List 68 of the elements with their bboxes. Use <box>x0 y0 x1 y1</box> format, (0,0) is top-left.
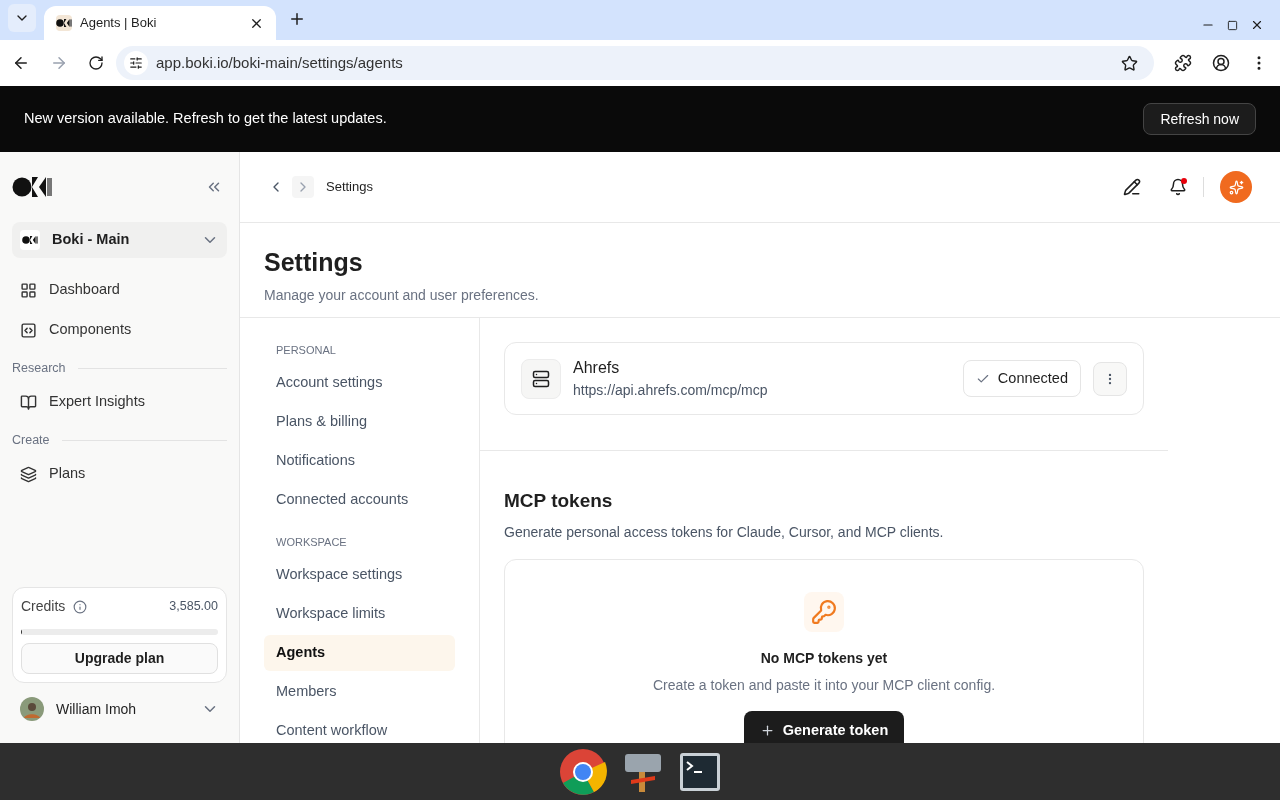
url-text: app.boki.io/boki-main/settings/agents <box>156 52 404 73</box>
bookmark-star-icon[interactable] <box>1121 54 1138 72</box>
section-title: MCP tokens <box>504 489 614 513</box>
page-title: Settings <box>264 247 364 277</box>
settings-nav-item[interactable]: Workspace settings <box>264 557 455 593</box>
section-description: Generate personal access tokens for Claude, Cursor, and MCP clients. <box>504 522 945 542</box>
new-tab-icon[interactable] <box>288 10 306 28</box>
section-label: Create <box>12 431 50 449</box>
breadcrumb[interactable]: Settings <box>326 177 373 197</box>
key-icon <box>811 598 837 625</box>
bell-icon[interactable] <box>1169 178 1187 196</box>
sparkles-icon <box>1228 179 1244 195</box>
site-settings-icon[interactable] <box>129 56 143 70</box>
workspace-switcher[interactable]: Boki - Main <box>12 222 227 258</box>
logo-icon <box>12 177 52 197</box>
terminal-icon[interactable] <box>679 751 721 792</box>
settings-nav-item[interactable]: Agents <box>264 635 455 671</box>
address-bar[interactable]: app.boki.io/boki-main/settings/agents <box>116 46 1154 80</box>
settings-nav-item[interactable]: Content workflow <box>264 713 455 743</box>
code-icon <box>20 321 37 339</box>
extensions-icon[interactable] <box>1174 54 1192 72</box>
user-menu[interactable]: William Imoh <box>12 683 227 735</box>
empty-state-title: No MCP tokens yet <box>760 648 888 668</box>
page-subtitle: Manage your account and user preferences. <box>264 286 540 305</box>
connected-status-button[interactable]: Connected <box>962 360 1081 397</box>
tab-title: Agents | Boki <box>80 14 158 33</box>
settings-nav-item[interactable]: Account settings <box>264 365 455 401</box>
settings-nav-item[interactable]: Notifications <box>264 443 455 479</box>
profile-icon[interactable] <box>1212 54 1230 72</box>
grid-icon <box>20 281 37 299</box>
upgrade-plan-button[interactable]: Upgrade plan <box>21 643 218 674</box>
section-label: Research <box>12 359 66 377</box>
edit-icon[interactable] <box>1123 178 1141 196</box>
chrome-icon[interactable] <box>559 747 607 796</box>
sidebar-item[interactable]: Dashboard <box>12 270 227 310</box>
close-window-icon[interactable] <box>1250 18 1264 32</box>
refresh-now-button[interactable]: Refresh now <box>1143 103 1256 135</box>
logo-icon <box>22 236 38 244</box>
nav-heading: WORKSPACE <box>275 535 348 550</box>
avatar <box>20 697 44 721</box>
banner-message: New version available. Refresh to get the latest updates. <box>24 109 388 129</box>
empty-state-text: Create a token and paste it into your MCP client config. <box>652 675 996 695</box>
settings-nav-item[interactable]: Connected accounts <box>264 482 455 518</box>
nav-heading: PERSONAL <box>275 343 337 358</box>
forward-icon[interactable] <box>50 54 68 72</box>
plus-icon <box>759 723 775 738</box>
tab-list-button[interactable] <box>8 4 36 32</box>
settings-nav-item[interactable]: Plans & billing <box>264 404 455 440</box>
book-icon <box>20 393 37 411</box>
maximize-icon[interactable] <box>1227 19 1238 31</box>
sidebar-item[interactable]: Expert Insights <box>12 382 227 422</box>
sidebar-item[interactable]: Components <box>12 310 227 350</box>
credits-label: Credits <box>21 597 66 616</box>
server-icon <box>532 369 550 388</box>
credits-amount: 3,585.00 <box>169 598 218 616</box>
logo-icon <box>56 19 72 27</box>
settings-nav-item[interactable]: Members <box>264 674 455 710</box>
info-icon[interactable] <box>73 599 88 614</box>
server-name: Ahrefs <box>573 358 621 378</box>
layers-icon <box>20 465 37 483</box>
settings-nav-item[interactable]: Workspace limits <box>264 596 455 632</box>
back-icon[interactable] <box>12 54 30 72</box>
assistant-button[interactable] <box>1220 171 1252 203</box>
reload-icon[interactable] <box>88 55 104 71</box>
sidebar-item[interactable]: Plans <box>12 454 227 494</box>
server-url: https://api.ahrefs.com/mcp/mcp <box>573 381 769 400</box>
generate-token-button[interactable]: Generate token <box>743 710 905 743</box>
browser-tab[interactable]: Agents | Boki <box>44 6 276 40</box>
